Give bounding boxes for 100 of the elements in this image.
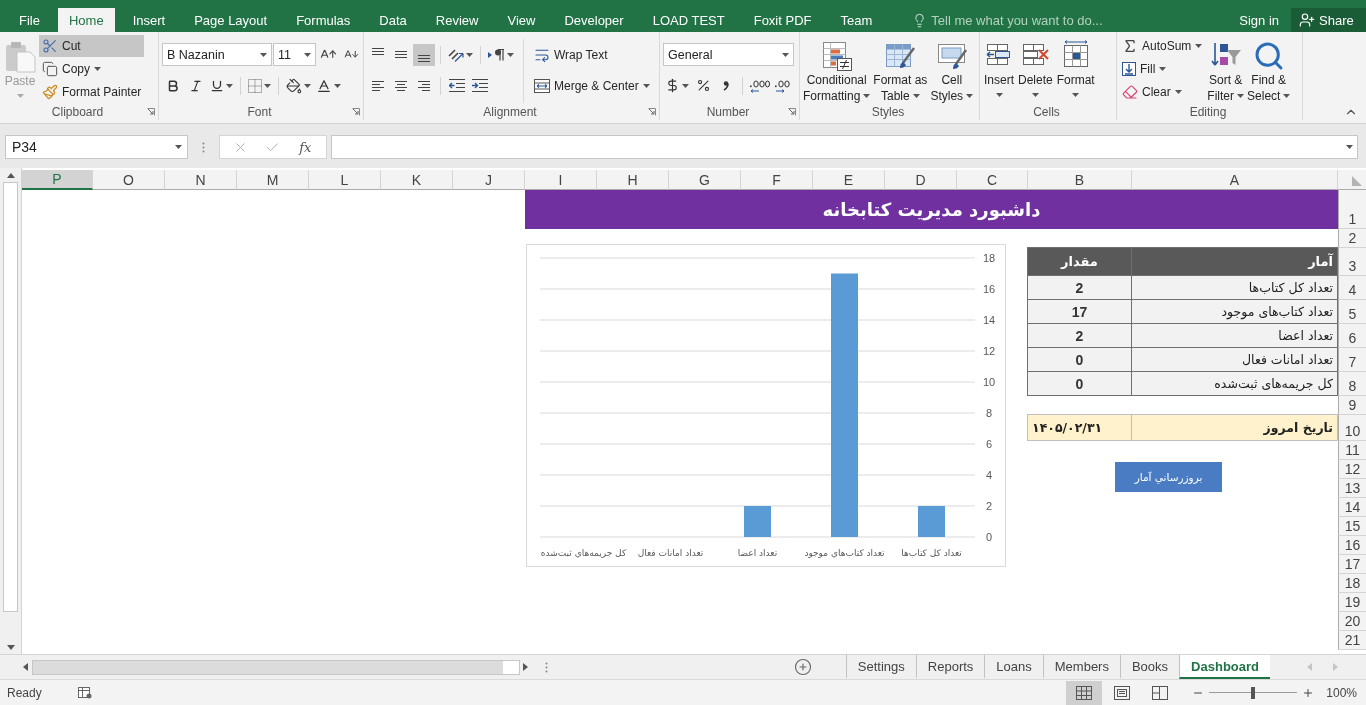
menu-tab[interactable]: LOAD TEST — [641, 8, 736, 32]
scroll-left-icon[interactable] — [22, 663, 30, 671]
column-header[interactable]: E — [813, 170, 885, 190]
menu-tab[interactable]: File — [8, 8, 51, 32]
cut-button[interactable]: Cut — [39, 35, 145, 57]
scroll-down-icon[interactable] — [6, 644, 15, 652]
macro-record-icon[interactable] — [77, 686, 92, 699]
row-header[interactable]: 6 — [1338, 324, 1366, 348]
format-painter-button[interactable]: Format Painter — [39, 81, 145, 103]
column-header[interactable]: I — [525, 170, 597, 190]
tell-me-field[interactable]: Tell me what you want to do... — [931, 12, 1132, 28]
autosum-button[interactable]: AutoSum — [1119, 35, 1206, 57]
horizontal-scrollbar[interactable] — [32, 659, 520, 675]
merge-center-button[interactable]: Merge & Center — [531, 74, 653, 97]
row-header[interactable]: 11 — [1338, 441, 1366, 460]
sign-in-link[interactable]: Sign in — [1230, 8, 1288, 32]
menu-tab[interactable]: Formulas — [285, 8, 362, 32]
row-header[interactable]: 4 — [1338, 276, 1366, 300]
caret-icon — [1346, 145, 1353, 149]
row-header[interactable]: 2 — [1338, 229, 1366, 248]
insert-function-button[interactable]: fx — [297, 137, 314, 157]
column-header[interactable]: C — [957, 170, 1028, 190]
row-header[interactable]: 8 — [1338, 372, 1366, 396]
row-header[interactable]: 21 — [1338, 631, 1366, 650]
menu-tab[interactable]: Insert — [121, 8, 177, 32]
row-header[interactable]: 17 — [1338, 555, 1366, 574]
cell-styles-button[interactable]: Cell Styles — [929, 35, 975, 103]
axis-category-label: تعداد اعضا — [737, 548, 778, 558]
slider-thumb[interactable] — [1251, 686, 1256, 699]
row-header[interactable]: 12 — [1338, 460, 1366, 479]
conditional-formatting-button[interactable]: Conditional Formatting — [802, 35, 872, 103]
row-header[interactable]: 10 — [1338, 415, 1366, 441]
wrap-text-button[interactable]: Wrap Text — [531, 43, 611, 66]
delete-button[interactable]: Delete — [1017, 35, 1054, 103]
formula-input[interactable] — [331, 135, 1358, 159]
column-header[interactable]: A — [1132, 170, 1338, 190]
column-header[interactable]: G — [669, 170, 741, 190]
dialog-launcher-icon[interactable] — [648, 107, 656, 116]
format-button[interactable]: Format — [1055, 35, 1096, 103]
row-header[interactable]: 1 — [1338, 190, 1366, 229]
row-header[interactable]: 5 — [1338, 300, 1366, 324]
menu-tab[interactable]: Developer — [553, 8, 635, 32]
refresh-button[interactable]: بروزرساني آمار — [1115, 462, 1222, 492]
column-header[interactable]: B — [1028, 170, 1132, 190]
view-button[interactable] — [1066, 680, 1103, 705]
row-header[interactable]: 7 — [1338, 348, 1366, 372]
menu-tab[interactable]: Foxit PDF — [742, 8, 823, 32]
dialog-launcher-icon[interactable] — [788, 107, 796, 116]
row-header[interactable]: 16 — [1338, 536, 1366, 555]
caret-icon — [1195, 44, 1203, 48]
menu-tab[interactable]: Data — [368, 8, 418, 32]
column-header[interactable]: K — [381, 170, 453, 190]
scroll-right-icon[interactable] — [522, 663, 530, 671]
axis-category-label: کل جريمه‌هاي ثبت‌شده — [540, 548, 627, 558]
sheet-tab[interactable]: Dashboard — [1179, 655, 1270, 679]
fill-button[interactable]: Fill — [1119, 58, 1206, 80]
menu-tab[interactable]: Home — [57, 8, 115, 32]
menu-tab[interactable]: Team — [829, 8, 884, 32]
format-as-table-button[interactable]: Format as Table — [872, 35, 929, 103]
row-header[interactable]: 19 — [1338, 593, 1366, 612]
insert-button[interactable]: Insert — [983, 35, 1015, 103]
copy-button[interactable]: Copy — [39, 58, 145, 80]
column-header[interactable]: J — [453, 170, 525, 190]
row-header[interactable]: 18 — [1338, 574, 1366, 593]
table-cell: کل جریمه‌های ثبت‌شده — [1131, 371, 1338, 396]
share-button[interactable]: Share — [1291, 8, 1366, 32]
find-select-button[interactable]: Find & Select — [1246, 35, 1292, 103]
font-name-dropdown[interactable]: B Nazanin — [162, 43, 272, 66]
row-header[interactable]: 3 — [1338, 248, 1366, 276]
column-header[interactable]: N — [165, 170, 237, 190]
column-header[interactable]: O — [93, 170, 165, 190]
column-header[interactable]: F — [741, 170, 813, 190]
caret-icon — [466, 52, 473, 57]
menu-tab[interactable]: Page Layout — [183, 8, 279, 32]
row-header[interactable]: 9 — [1338, 396, 1366, 415]
column-header[interactable]: H — [597, 170, 669, 190]
dialog-launcher-icon[interactable] — [352, 107, 360, 116]
scroll-up-icon[interactable] — [6, 172, 15, 180]
column-header[interactable]: L — [309, 170, 381, 190]
row-header[interactable]: 15 — [1338, 517, 1366, 536]
column-header[interactable]: P — [22, 170, 93, 190]
menu-tab[interactable]: Review — [424, 8, 490, 32]
row-header[interactable]: 14 — [1338, 498, 1366, 517]
new-sheet-icon[interactable] — [793, 658, 812, 676]
row-header[interactable]: 20 — [1338, 612, 1366, 631]
row-header[interactable]: 13 — [1338, 479, 1366, 498]
vertical-align-button[interactable] — [413, 43, 435, 66]
font-size-dropdown[interactable]: 11 — [273, 43, 316, 66]
zoom-level[interactable]: 100% — [1326, 685, 1357, 700]
menu-tab[interactable]: View — [496, 8, 547, 32]
clear-button[interactable]: Clear — [1119, 81, 1206, 103]
column-header[interactable]: D — [885, 170, 957, 190]
scrollbar-thumb[interactable] — [33, 660, 503, 674]
zoom-in-icon[interactable] — [1302, 686, 1315, 699]
name-box[interactable]: P34 — [5, 135, 188, 159]
scrollbar-thumb[interactable] — [3, 182, 18, 612]
dialog-launcher-icon[interactable] — [147, 107, 155, 116]
column-header[interactable]: M — [237, 170, 309, 190]
number-format-dropdown[interactable]: General — [663, 43, 794, 66]
sort-filter-button[interactable]: Sort & Filter — [1206, 35, 1246, 103]
